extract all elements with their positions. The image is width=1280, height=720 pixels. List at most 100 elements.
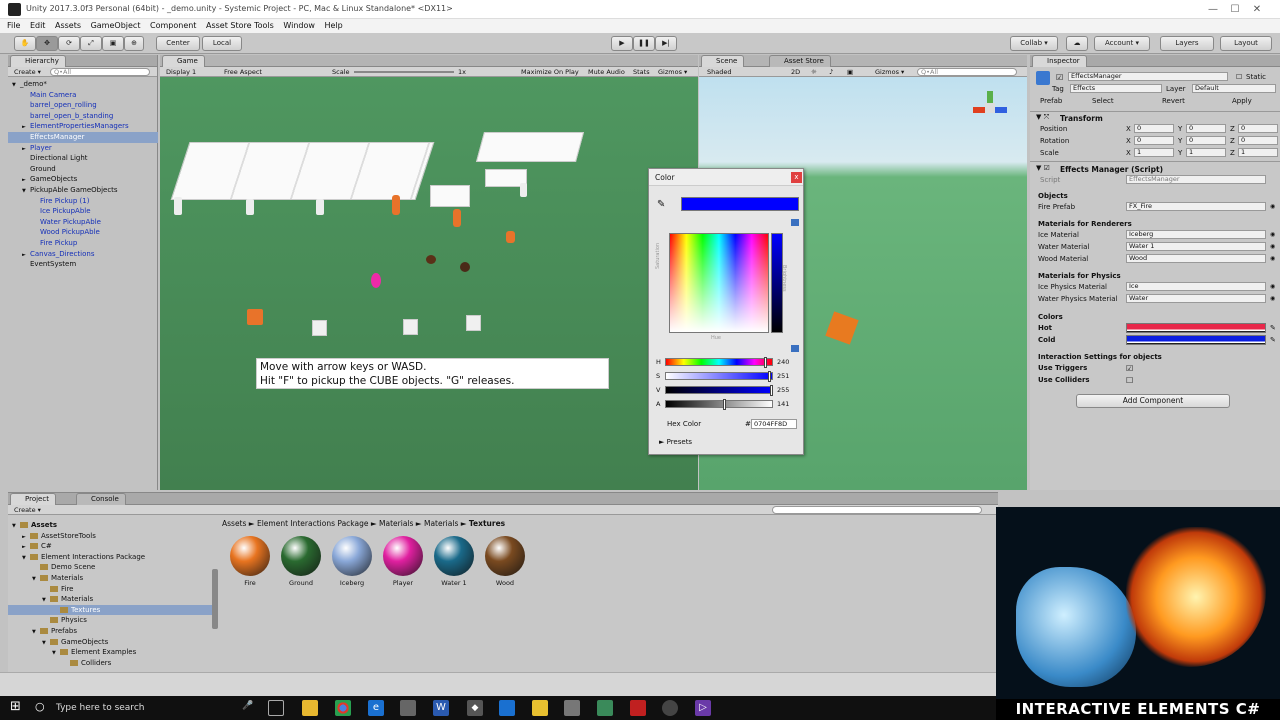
word-icon[interactable]: W (433, 700, 449, 716)
object-field[interactable]: Iceberg (1126, 230, 1266, 239)
display-dropdown[interactable]: Display 1 (166, 67, 196, 77)
project-folder[interactable]: ▼ Materials (8, 573, 212, 584)
pivot-local-button[interactable]: Local (202, 36, 242, 51)
hierarchy-item[interactable]: ► Canvas_Directions (8, 249, 158, 260)
collab-dropdown[interactable]: Collab ▾ (1010, 36, 1058, 51)
project-folder[interactable]: ► AssetStoreTools (8, 531, 212, 542)
pdf-icon[interactable] (630, 700, 646, 716)
asset-item[interactable]: Wood (482, 536, 528, 587)
effects-icon[interactable]: ▣ (847, 67, 853, 77)
object-picker-icon[interactable]: ◉ (1270, 283, 1275, 290)
maximize-on-play-toggle[interactable]: Maximize On Play (521, 67, 579, 77)
object-field[interactable]: Water 1 (1126, 242, 1266, 251)
color-picker-close-button[interactable]: x (791, 172, 802, 183)
scene-search-input[interactable]: Q•All (917, 68, 1017, 76)
project-folder[interactable]: ▼ Materials (8, 594, 212, 605)
tag-dropdown[interactable]: Effects (1070, 84, 1162, 93)
hand-tool-icon[interactable]: ✋ (14, 36, 36, 51)
rect-tool-icon[interactable]: ▣ (102, 36, 124, 51)
project-folder[interactable]: Fire (8, 584, 212, 595)
mute-audio-toggle[interactable]: Mute Audio (588, 67, 625, 77)
shading-dropdown[interactable]: Shaded (707, 67, 731, 77)
transform-foldout[interactable]: ▼ ⤧ (1036, 113, 1049, 122)
slider-value[interactable]: 251 (777, 372, 789, 380)
tab-project[interactable]: Project (10, 493, 56, 505)
project-folder[interactable]: ▼ Element Examples (8, 647, 212, 658)
calculator-icon[interactable] (564, 700, 580, 716)
account-dropdown[interactable]: Account ▾ (1094, 36, 1150, 51)
hierarchy-item[interactable]: barrel_open_b_standing (8, 111, 158, 122)
project-create-button[interactable]: Create ▾ (14, 505, 41, 515)
dropbox-icon[interactable] (499, 700, 515, 716)
tab-console[interactable]: Console (76, 493, 126, 505)
file-explorer-icon[interactable] (302, 700, 318, 716)
color-swatch-field[interactable] (1126, 335, 1266, 345)
object-field[interactable]: Wood (1126, 254, 1266, 263)
color-channel-slider[interactable] (665, 399, 773, 410)
visual-studio-icon[interactable]: ▷ (695, 700, 711, 716)
transform-x-field[interactable]: 0 (1134, 136, 1174, 145)
prefab-apply-button[interactable]: Apply (1232, 97, 1252, 105)
breadcrumb-item[interactable]: Element Interactions Package (257, 519, 369, 528)
eyedropper-icon[interactable]: ✎ (1270, 324, 1276, 332)
object-field[interactable]: Ice (1126, 282, 1266, 291)
object-picker-icon[interactable]: ◉ (1270, 243, 1275, 250)
unity-taskbar-icon[interactable]: ◆ (467, 700, 483, 716)
scene-gizmo-icon[interactable] (973, 91, 1009, 127)
active-checkbox-icon[interactable]: ☑ (1056, 73, 1063, 82)
tab-game[interactable]: Game (162, 55, 205, 67)
object-field[interactable]: FX_Fire (1126, 202, 1266, 211)
transform-y-field[interactable]: 1 (1186, 148, 1226, 157)
object-picker-icon[interactable]: ◉ (1270, 231, 1275, 238)
menu-edit[interactable]: Edit (30, 19, 46, 33)
asset-item[interactable]: Water 1 (431, 536, 477, 587)
asset-item[interactable]: Ground (278, 536, 324, 587)
project-folder[interactable]: Colliders (8, 658, 212, 669)
hierarchy-item[interactable]: Water PickupAble (8, 217, 158, 228)
chrome-icon[interactable] (335, 700, 351, 716)
project-search-input[interactable] (772, 506, 982, 514)
slider-value[interactable]: 141 (777, 400, 789, 408)
presets-foldout[interactable]: ► Presets (659, 438, 692, 446)
gizmos-dropdown[interactable]: Gizmos ▾ (658, 67, 687, 77)
slider-mode-icon[interactable] (791, 345, 799, 352)
tab-scene[interactable]: Scene (701, 55, 745, 67)
hierarchy-item[interactable]: EventSystem (8, 259, 158, 270)
transform-z-field[interactable]: 0 (1238, 136, 1278, 145)
app-icon[interactable] (662, 700, 678, 716)
slider-thumb[interactable] (770, 385, 773, 396)
toggle-checkbox-icon[interactable]: ☑ (1126, 364, 1133, 373)
transform-tool-icon[interactable]: ⊕ (124, 36, 144, 51)
saturation-hue-field[interactable] (669, 233, 769, 333)
script-field[interactable]: EffectsManager (1126, 175, 1266, 184)
slider-thumb[interactable] (723, 399, 727, 410)
slider-value[interactable]: 255 (777, 386, 789, 394)
hierarchy-create-button[interactable]: Create ▾ (14, 67, 41, 77)
cloud-icon[interactable]: ☁ (1066, 36, 1088, 51)
script-foldout[interactable]: ▼ ☑ (1036, 164, 1050, 172)
stats-toggle[interactable]: Stats (633, 67, 650, 77)
hierarchy-item[interactable]: EffectsManager (8, 132, 158, 143)
hierarchy-item[interactable]: Wood PickupAble (8, 227, 158, 238)
project-folder[interactable]: Demo Scene (8, 562, 212, 573)
transform-z-field[interactable]: 0 (1238, 124, 1278, 133)
color-mode-icon[interactable] (791, 219, 799, 226)
tab-hierarchy[interactable]: Hierarchy (10, 55, 66, 67)
hierarchy-item[interactable]: ► Player (8, 143, 158, 154)
object-picker-icon[interactable]: ◉ (1270, 295, 1275, 302)
edge-icon[interactable]: e (368, 700, 384, 716)
asset-item[interactable]: Iceberg (329, 536, 375, 587)
breadcrumb-item[interactable]: Assets (222, 519, 246, 528)
project-folder[interactable]: ► C# (8, 541, 212, 552)
scale-slider[interactable] (354, 71, 454, 73)
transform-x-field[interactable]: 1 (1134, 148, 1174, 157)
eyedropper-icon[interactable]: ✎ (1270, 336, 1276, 344)
menu-help[interactable]: Help (324, 19, 342, 33)
hierarchy-item[interactable]: ▼ PickupAble GameObjects (8, 185, 158, 196)
project-folder[interactable]: Textures (8, 604, 212, 616)
move-tool-icon[interactable]: ✥ (36, 36, 58, 51)
pause-button-icon[interactable]: ❚❚ (633, 36, 655, 51)
hierarchy-item[interactable]: ▼ _demo* (8, 79, 158, 90)
object-picker-icon[interactable]: ◉ (1270, 203, 1275, 210)
audio-icon[interactable]: ♪ (829, 67, 833, 77)
